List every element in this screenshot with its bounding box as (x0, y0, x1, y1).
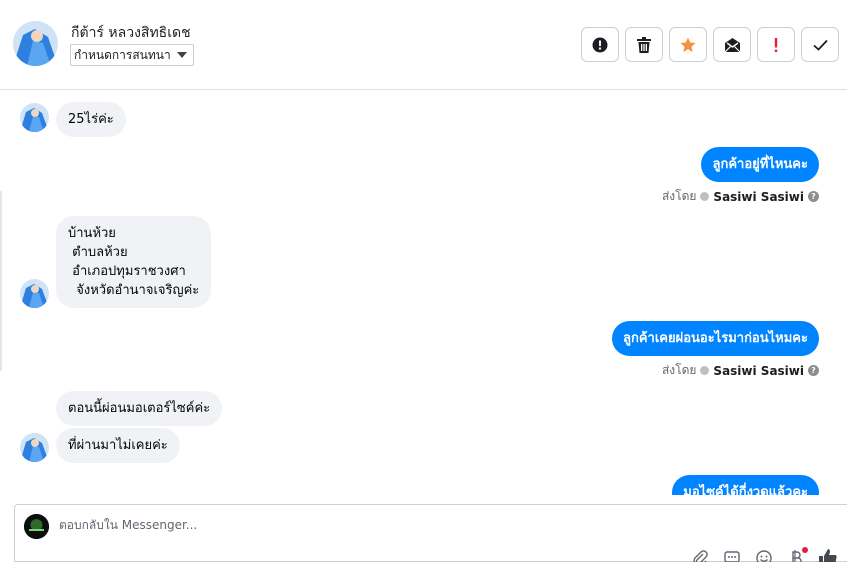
sender-name[interactable]: Sasiwi Sasiwi (713, 364, 804, 378)
sender-name[interactable]: Sasiwi Sasiwi (713, 190, 804, 204)
reply-input[interactable] (59, 518, 659, 532)
contact-avatar-small[interactable] (20, 279, 49, 308)
emoji-icon (756, 550, 772, 562)
exclamation-icon (774, 37, 778, 52)
payment-icon (792, 550, 802, 562)
star-icon (680, 37, 696, 52)
message-bubble-incoming[interactable]: ตอนนี้ผ่อนมอเตอร์ไซค์ค่ะ (56, 391, 223, 426)
envelope-icon (724, 37, 740, 52)
help-icon[interactable]: ? (808, 191, 819, 202)
contact-avatar-small[interactable] (20, 103, 49, 132)
paperclip-icon (693, 550, 708, 562)
message-bubble-incoming[interactable]: บ้านห้วย ตำบลห้วย อำเภอปทุมราชวงศา จังหว… (56, 216, 212, 308)
message-bubble-incoming[interactable]: ที่ผ่านมาไม่เคยค่ะ (56, 428, 180, 463)
checkmark-icon (812, 39, 828, 51)
message-bubble-outgoing[interactable]: ลูกค้าอยู่ที่ไหนคะ (701, 147, 819, 182)
exclamation-circle-icon (592, 37, 608, 52)
chevron-down-icon (176, 52, 187, 58)
message-bubble-outgoing[interactable]: มอไซค์ได้กี่งวดแล้วคะ (672, 475, 819, 495)
saved-reply-button[interactable] (723, 549, 741, 562)
done-button[interactable] (801, 27, 839, 62)
contact-avatar-small[interactable] (20, 433, 49, 462)
delete-button[interactable] (625, 27, 663, 62)
follow-up-button[interactable] (757, 27, 795, 62)
help-icon[interactable]: ? (808, 365, 819, 376)
status-dot-icon (700, 192, 710, 201)
emoji-button[interactable] (755, 549, 773, 562)
contact-avatar[interactable] (13, 21, 58, 66)
sent-by-prefix: ส่งโดย (661, 189, 697, 203)
sent-by-line: ส่งโดย Sasiwi Sasiwi ? (662, 187, 819, 206)
sent-by-prefix: ส่งโดย (661, 363, 697, 377)
like-button[interactable] (819, 549, 837, 562)
conversation-label-select[interactable]: กำหนดการสนทนา (70, 44, 194, 66)
message-thread[interactable]: 25ไร่ค่ะ ลูกค้าอยู่ที่ไหนคะ ส่งโดย Sasiw… (0, 91, 847, 495)
notification-dot (802, 547, 808, 553)
contact-name[interactable]: กีต้าร์ หลวงสิทธิเดช (71, 22, 191, 44)
like-icon (819, 549, 837, 562)
message-bubble-outgoing[interactable]: ลูกค้าเคยผ่อนอะไรมาก่อนไหมคะ (611, 321, 819, 356)
message-bubble-incoming[interactable]: 25ไร่ค่ะ (56, 102, 126, 137)
trash-icon (637, 36, 651, 53)
conversation-actions (581, 27, 839, 62)
spam-button[interactable] (581, 27, 619, 62)
composer-tools (691, 547, 837, 562)
payment-button[interactable] (787, 547, 808, 562)
label-select-value: กำหนดการสนทนา (74, 47, 171, 62)
conversation-header: กีต้าร์ หลวงสิทธิเดช กำหนดการสนทนา (0, 0, 847, 90)
unread-button[interactable] (713, 27, 751, 62)
status-dot-icon (700, 366, 710, 375)
reply-composer (14, 504, 847, 562)
saved-reply-icon (724, 551, 740, 562)
sent-by-line: ส่งโดย Sasiwi Sasiwi ? (662, 361, 819, 380)
star-button[interactable] (669, 27, 707, 62)
attachment-button[interactable] (691, 549, 709, 562)
page-avatar (24, 514, 49, 539)
divider (0, 191, 2, 371)
